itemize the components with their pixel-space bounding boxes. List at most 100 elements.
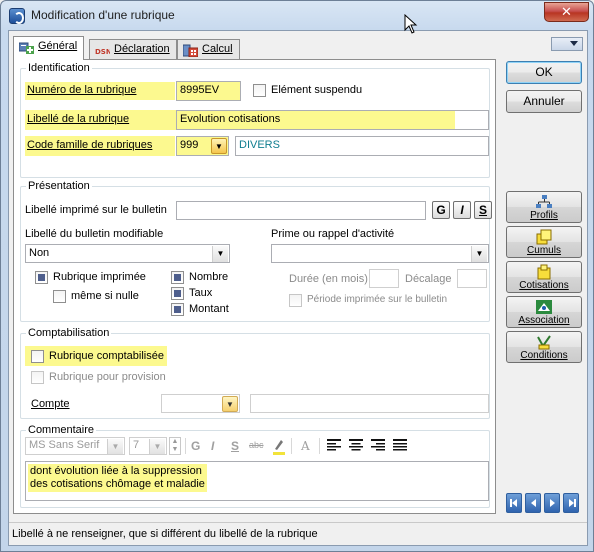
compte-combo[interactable]: ▼ [161,394,240,413]
comptabilisee-label: Rubrique comptabilisée [49,350,164,362]
association-label: Association [518,315,570,326]
meme-si-nulle-label: même si nulle [71,290,139,302]
cotisations-icon [537,264,551,280]
numero-input[interactable]: 8995EV [176,81,241,101]
duree-input[interactable] [369,269,399,288]
cumuls-button[interactable]: Cumuls [506,226,582,258]
tab-calcul[interactable]: Calcul [177,39,240,59]
montant-checkbox[interactable] [171,303,184,316]
comment-strike-button[interactable]: abc [249,440,264,450]
profils-button[interactable]: Profils [506,191,582,223]
famille-code-value: 999 [180,139,199,151]
rubrique-imprimee-checkbox[interactable] [35,271,48,284]
tab-declaration-label: Déclaration [114,43,170,55]
font-size-spinner[interactable]: ▲ ▼ [169,437,181,455]
next-record-button[interactable] [544,493,560,513]
chevron-down-icon[interactable]: ▼ [222,396,238,412]
first-record-button[interactable] [506,493,522,513]
chevron-down-icon[interactable]: ▼ [149,439,165,454]
decalage-label: Décalage [405,273,452,285]
comment-bold-button[interactable]: G [191,439,200,453]
taux-label: Taux [189,287,213,299]
chevron-down-icon[interactable]: ▼ [107,439,123,454]
libelle-modifiable-combo[interactable]: Non ▼ [25,244,230,263]
tab-declaration[interactable]: DSN Déclaration [89,39,177,59]
chevron-down-icon[interactable]: ▼ [471,246,487,262]
commentaire-line-2: des cotisations chômage et maladie [30,478,205,490]
align-right-icon[interactable] [371,439,385,452]
nombre-checkbox[interactable] [171,271,184,284]
font-size-value: 7 [133,439,140,451]
numero-label: Numéro de la rubrique [25,82,175,100]
underline-button[interactable]: S [474,201,492,219]
align-justify-icon[interactable] [393,439,407,452]
nombre-label: Nombre [189,271,229,283]
chevron-down-icon[interactable]: ▼ [211,138,227,154]
association-button[interactable]: Association [506,296,582,328]
general-icon [19,42,34,54]
cotisations-button[interactable]: Cotisations [506,261,582,293]
periode-label: Période imprimée sur le bulletin [307,294,448,305]
chevron-down-icon[interactable]: ▼ [212,246,228,262]
bold-button[interactable]: G [432,201,450,219]
provision-checkbox[interactable] [31,371,44,384]
comment-underline-button[interactable]: S [231,439,239,453]
conditions-icon [537,335,551,350]
commentaire-line-1: dont évolution liée à la suppression [30,465,202,477]
comptabilisee-checkbox[interactable] [31,350,44,363]
close-button[interactable]: ✕ [544,2,589,22]
dialog-window: Modification d'une rubrique ✕ Général DS… [0,0,594,552]
align-center-icon[interactable] [349,439,363,452]
toolbar-separator [291,438,292,454]
commentaire-textarea[interactable]: dont évolution liée à la suppression des… [25,461,489,501]
taux-checkbox[interactable] [171,287,184,300]
prime-combo[interactable]: ▼ [271,244,489,263]
dsn-icon: DSN [95,48,110,56]
conditions-label: Conditions [520,350,568,361]
title-bar[interactable]: Modification d'une rubrique ✕ [1,1,593,30]
association-icon [536,300,552,314]
font-color-button[interactable]: A [301,439,310,453]
toolbar-separator [319,438,320,454]
comment-italic-button[interactable]: I [211,439,214,453]
profils-label: Profils [530,210,558,221]
dialog-client: Général DSN Déclaration Calcul Identific… [8,30,588,546]
libelle-modifiable-value: Non [29,247,50,259]
font-size-combo[interactable]: 7 ▼ [129,437,167,455]
tab-general[interactable]: Général [13,36,85,60]
status-bar: Libellé à ne renseigner, que si différen… [9,522,587,546]
commentaire-title: Commentaire [26,424,97,436]
highlight-pen-icon[interactable] [271,437,287,455]
meme-si-nulle-checkbox[interactable] [53,290,66,303]
font-name-combo[interactable]: MS Sans Serif ▼ [25,437,125,455]
cumuls-label: Cumuls [527,245,561,256]
comptabilisation-group: Comptabilisation Rubrique comptabilisée … [20,327,490,419]
align-left-icon[interactable] [327,439,341,452]
options-dropdown-button[interactable] [551,37,583,51]
famille-code-combo[interactable]: 999 ▼ [176,136,229,156]
compte-text-field [250,394,489,413]
last-record-button[interactable] [563,493,579,513]
libelle-imprime-input[interactable] [176,201,426,220]
element-suspendu-checkbox[interactable] [253,84,266,97]
element-suspendu-label: Elément suspendu [271,84,363,96]
duree-label: Durée (en mois) [289,273,368,285]
libelle-imprime-label: Libellé imprimé sur le bulletin [25,204,167,216]
conditions-button[interactable]: Conditions [506,331,582,363]
presentation-title: Présentation [26,180,92,192]
identification-group: Identification Numéro de la rubrique 899… [20,62,490,178]
libelle-input[interactable]: Evolution cotisations [176,110,489,130]
famille-label: Code famille de rubriques [25,136,175,156]
provision-label: Rubrique pour provision [49,371,166,383]
decalage-input[interactable] [457,269,487,288]
tab-general-label: Général [38,40,78,52]
previous-record-button[interactable] [525,493,541,513]
italic-button[interactable]: I [453,201,471,219]
annuler-button[interactable]: Annuler [506,90,582,113]
font-name-value: MS Sans Serif [29,439,100,451]
periode-checkbox[interactable] [289,294,302,307]
cotisations-label: Cotisations [519,280,569,291]
tab-panel-general: Identification Numéro de la rubrique 899… [13,59,496,514]
toolbar-separator [185,438,186,454]
ok-button[interactable]: OK [506,61,582,84]
